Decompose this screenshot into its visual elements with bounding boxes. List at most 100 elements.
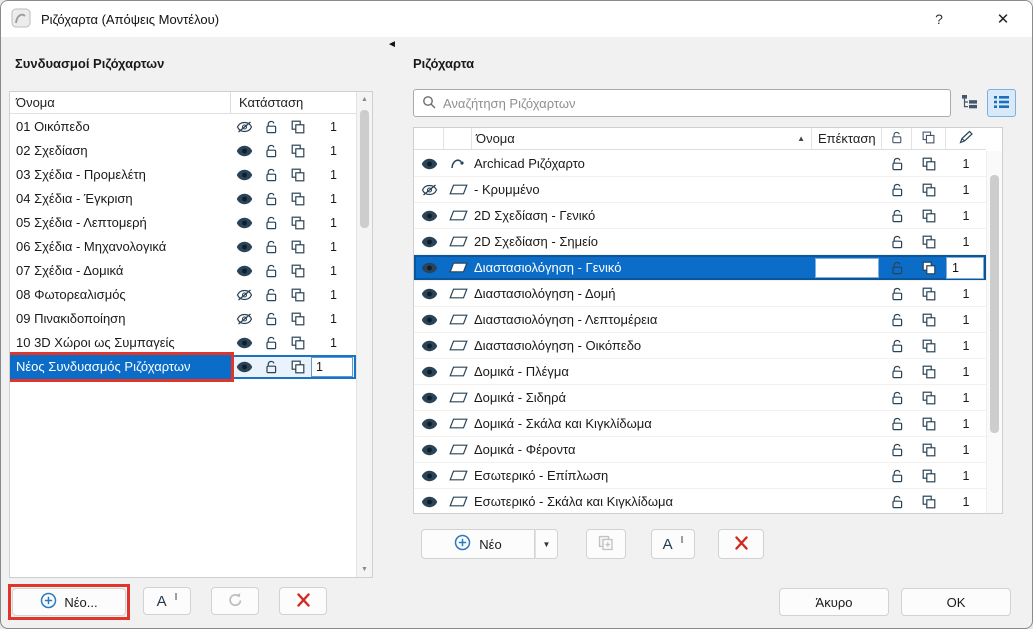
close-icon[interactable]: ✕ <box>980 1 1026 37</box>
ok-button[interactable]: OK <box>901 588 1011 616</box>
layer-name[interactable]: Δομικά - Φέροντα <box>472 442 812 457</box>
new-layer-button[interactable]: Νέο <box>421 529 535 559</box>
layer-group-icon[interactable] <box>912 177 946 202</box>
layer-combination-row[interactable]: 05 Σχέδια - Λεπτομερή 1 <box>10 211 356 235</box>
layer-row[interactable]: 2D Σχεδίαση - Γενικό 1 <box>414 203 986 229</box>
lock-icon[interactable] <box>258 283 284 307</box>
visibility-eye-icon[interactable] <box>231 115 258 139</box>
scrollbar-thumb[interactable] <box>360 110 369 228</box>
layer-row[interactable]: Δομικά - Φέροντα 1 <box>414 437 986 463</box>
visibility-eye-icon[interactable] <box>231 259 258 283</box>
column-header-layer-icon[interactable] <box>444 128 472 149</box>
visibility-eye-icon[interactable] <box>414 489 444 513</box>
layer-combination-row[interactable]: Νέος Συνδυασμός Ριζόχαρτων 1 <box>10 355 356 379</box>
layer-name[interactable]: Δομικά - Σκάλα και Κιγκλίδωμα <box>472 416 812 431</box>
visibility-eye-icon[interactable] <box>414 229 444 254</box>
lock-icon[interactable] <box>882 463 912 488</box>
layer-name[interactable]: Διαστασιολόγηση - Οικόπεδο <box>472 338 812 353</box>
layer-group-icon[interactable] <box>912 151 946 176</box>
intersection-number[interactable]: 1 <box>946 307 986 332</box>
visibility-eye-icon[interactable] <box>231 163 258 187</box>
lock-icon[interactable] <box>882 307 912 332</box>
layer-name[interactable]: 2D Σχεδίαση - Σημείο <box>472 234 812 249</box>
lock-icon[interactable] <box>882 437 912 462</box>
scrollbar-thumb[interactable] <box>990 175 999 433</box>
combination-name[interactable]: 01 Οικόπεδο <box>10 115 231 139</box>
sort-ascending-icon[interactable]: ▲ <box>797 134 805 143</box>
layer-group-icon[interactable] <box>912 333 946 358</box>
layer-name[interactable]: Δομικά - Πλέγμα <box>472 364 812 379</box>
intersection-number[interactable]: 1 <box>946 229 986 254</box>
layer-group-icon[interactable] <box>912 255 946 280</box>
layer-group-icon[interactable] <box>912 359 946 384</box>
lock-icon[interactable] <box>882 255 912 280</box>
combination-name[interactable]: 04 Σχέδια - Έγκριση <box>10 187 231 211</box>
combination-name[interactable]: 08 Φωτορεαλισμός <box>10 283 231 307</box>
layer-combination-row[interactable]: 02 Σχεδίαση 1 <box>10 139 356 163</box>
visibility-eye-icon[interactable] <box>414 463 444 488</box>
right-scrollbar[interactable] <box>986 151 1002 513</box>
new-combination-button[interactable]: Νέο... <box>12 588 126 616</box>
left-scrollbar[interactable]: ▲ ▼ <box>356 92 372 577</box>
update-combination-button[interactable] <box>211 587 259 615</box>
lock-icon[interactable] <box>258 331 284 355</box>
intersection-number[interactable]: 1 <box>311 192 356 206</box>
layer-name[interactable]: Δομικά - Σιδηρά <box>472 390 812 405</box>
layer-name[interactable]: Εσωτερικό - Σκάλα και Κιγκλίδωμα <box>472 494 812 509</box>
lock-icon[interactable] <box>258 163 284 187</box>
lock-icon[interactable] <box>258 235 284 259</box>
lock-icon[interactable] <box>882 177 912 202</box>
list-view-button[interactable] <box>987 89 1016 117</box>
combination-name[interactable]: Νέος Συνδυασμός Ριζόχαρτων <box>10 355 231 379</box>
layer-group-icon[interactable] <box>284 235 311 259</box>
layer-combination-row[interactable]: 01 Οικόπεδο 1 <box>10 115 356 139</box>
intersection-number[interactable]: 1 <box>946 411 986 436</box>
layer-group-icon[interactable] <box>284 187 311 211</box>
column-header-group[interactable] <box>912 128 946 149</box>
lock-icon[interactable] <box>258 139 284 163</box>
layer-group-icon[interactable] <box>912 385 946 410</box>
layer-name[interactable]: 2D Σχεδίαση - Γενικό <box>472 208 812 223</box>
layer-name[interactable]: Διαστασιολόγηση - Δομή <box>472 286 812 301</box>
layer-name[interactable]: Εσωτερικό - Επίπλωση <box>472 468 812 483</box>
lock-icon[interactable] <box>882 203 912 228</box>
delete-combination-button[interactable] <box>279 587 327 615</box>
tree-view-button[interactable] <box>955 89 984 117</box>
layer-name[interactable]: - Κρυμμένο <box>472 182 812 197</box>
intersection-number[interactable]: 1 <box>311 168 356 182</box>
intersection-number[interactable]: 1 <box>311 357 353 377</box>
layer-row[interactable]: Δομικά - Σιδηρά 1 <box>414 385 986 411</box>
lock-icon[interactable] <box>258 211 284 235</box>
intersection-number[interactable]: 1 <box>311 144 356 158</box>
column-header-name[interactable]: Όνομα <box>10 92 231 113</box>
visibility-eye-icon[interactable] <box>414 333 444 358</box>
visibility-eye-icon[interactable] <box>414 411 444 436</box>
lock-icon[interactable] <box>882 359 912 384</box>
intersection-number[interactable]: 1 <box>311 264 356 278</box>
column-header-status[interactable]: Κατάσταση <box>231 92 356 113</box>
visibility-eye-icon[interactable] <box>414 281 444 306</box>
layer-group-icon[interactable] <box>912 281 946 306</box>
visibility-eye-icon[interactable] <box>231 283 258 307</box>
layer-name[interactable]: Archicad Ριζόχαρτο <box>472 156 812 171</box>
lock-icon[interactable] <box>882 385 912 410</box>
layer-row[interactable]: Διαστασιολόγηση - Δομή 1 <box>414 281 986 307</box>
intersection-number[interactable]: 1 <box>946 257 984 279</box>
layer-combination-row[interactable]: 10 3D Χώροι ως Συμπαγείς 1 <box>10 331 356 355</box>
layer-row[interactable]: 2D Σχεδίαση - Σημείο 1 <box>414 229 986 255</box>
visibility-eye-icon[interactable] <box>414 255 444 280</box>
layer-extension[interactable] <box>812 258 882 278</box>
combination-name[interactable]: 06 Σχέδια - Μηχανολογικά <box>10 235 231 259</box>
intersection-number[interactable]: 1 <box>311 312 356 326</box>
layer-group-icon[interactable] <box>912 489 946 513</box>
intersection-number[interactable]: 1 <box>946 437 986 462</box>
rename-combination-button[interactable]: AΙ <box>143 587 191 615</box>
layer-name[interactable]: Διαστασιολόγηση - Λεπτομέρεια <box>472 312 812 327</box>
lock-icon[interactable] <box>882 489 912 513</box>
visibility-eye-icon[interactable] <box>231 331 258 355</box>
visibility-eye-icon[interactable] <box>414 151 444 176</box>
visibility-eye-icon[interactable] <box>231 139 258 163</box>
layer-group-icon[interactable] <box>284 331 311 355</box>
layer-row[interactable]: - Κρυμμένο 1 <box>414 177 986 203</box>
layer-name[interactable]: Διαστασιολόγηση - Γενικό <box>472 260 812 275</box>
